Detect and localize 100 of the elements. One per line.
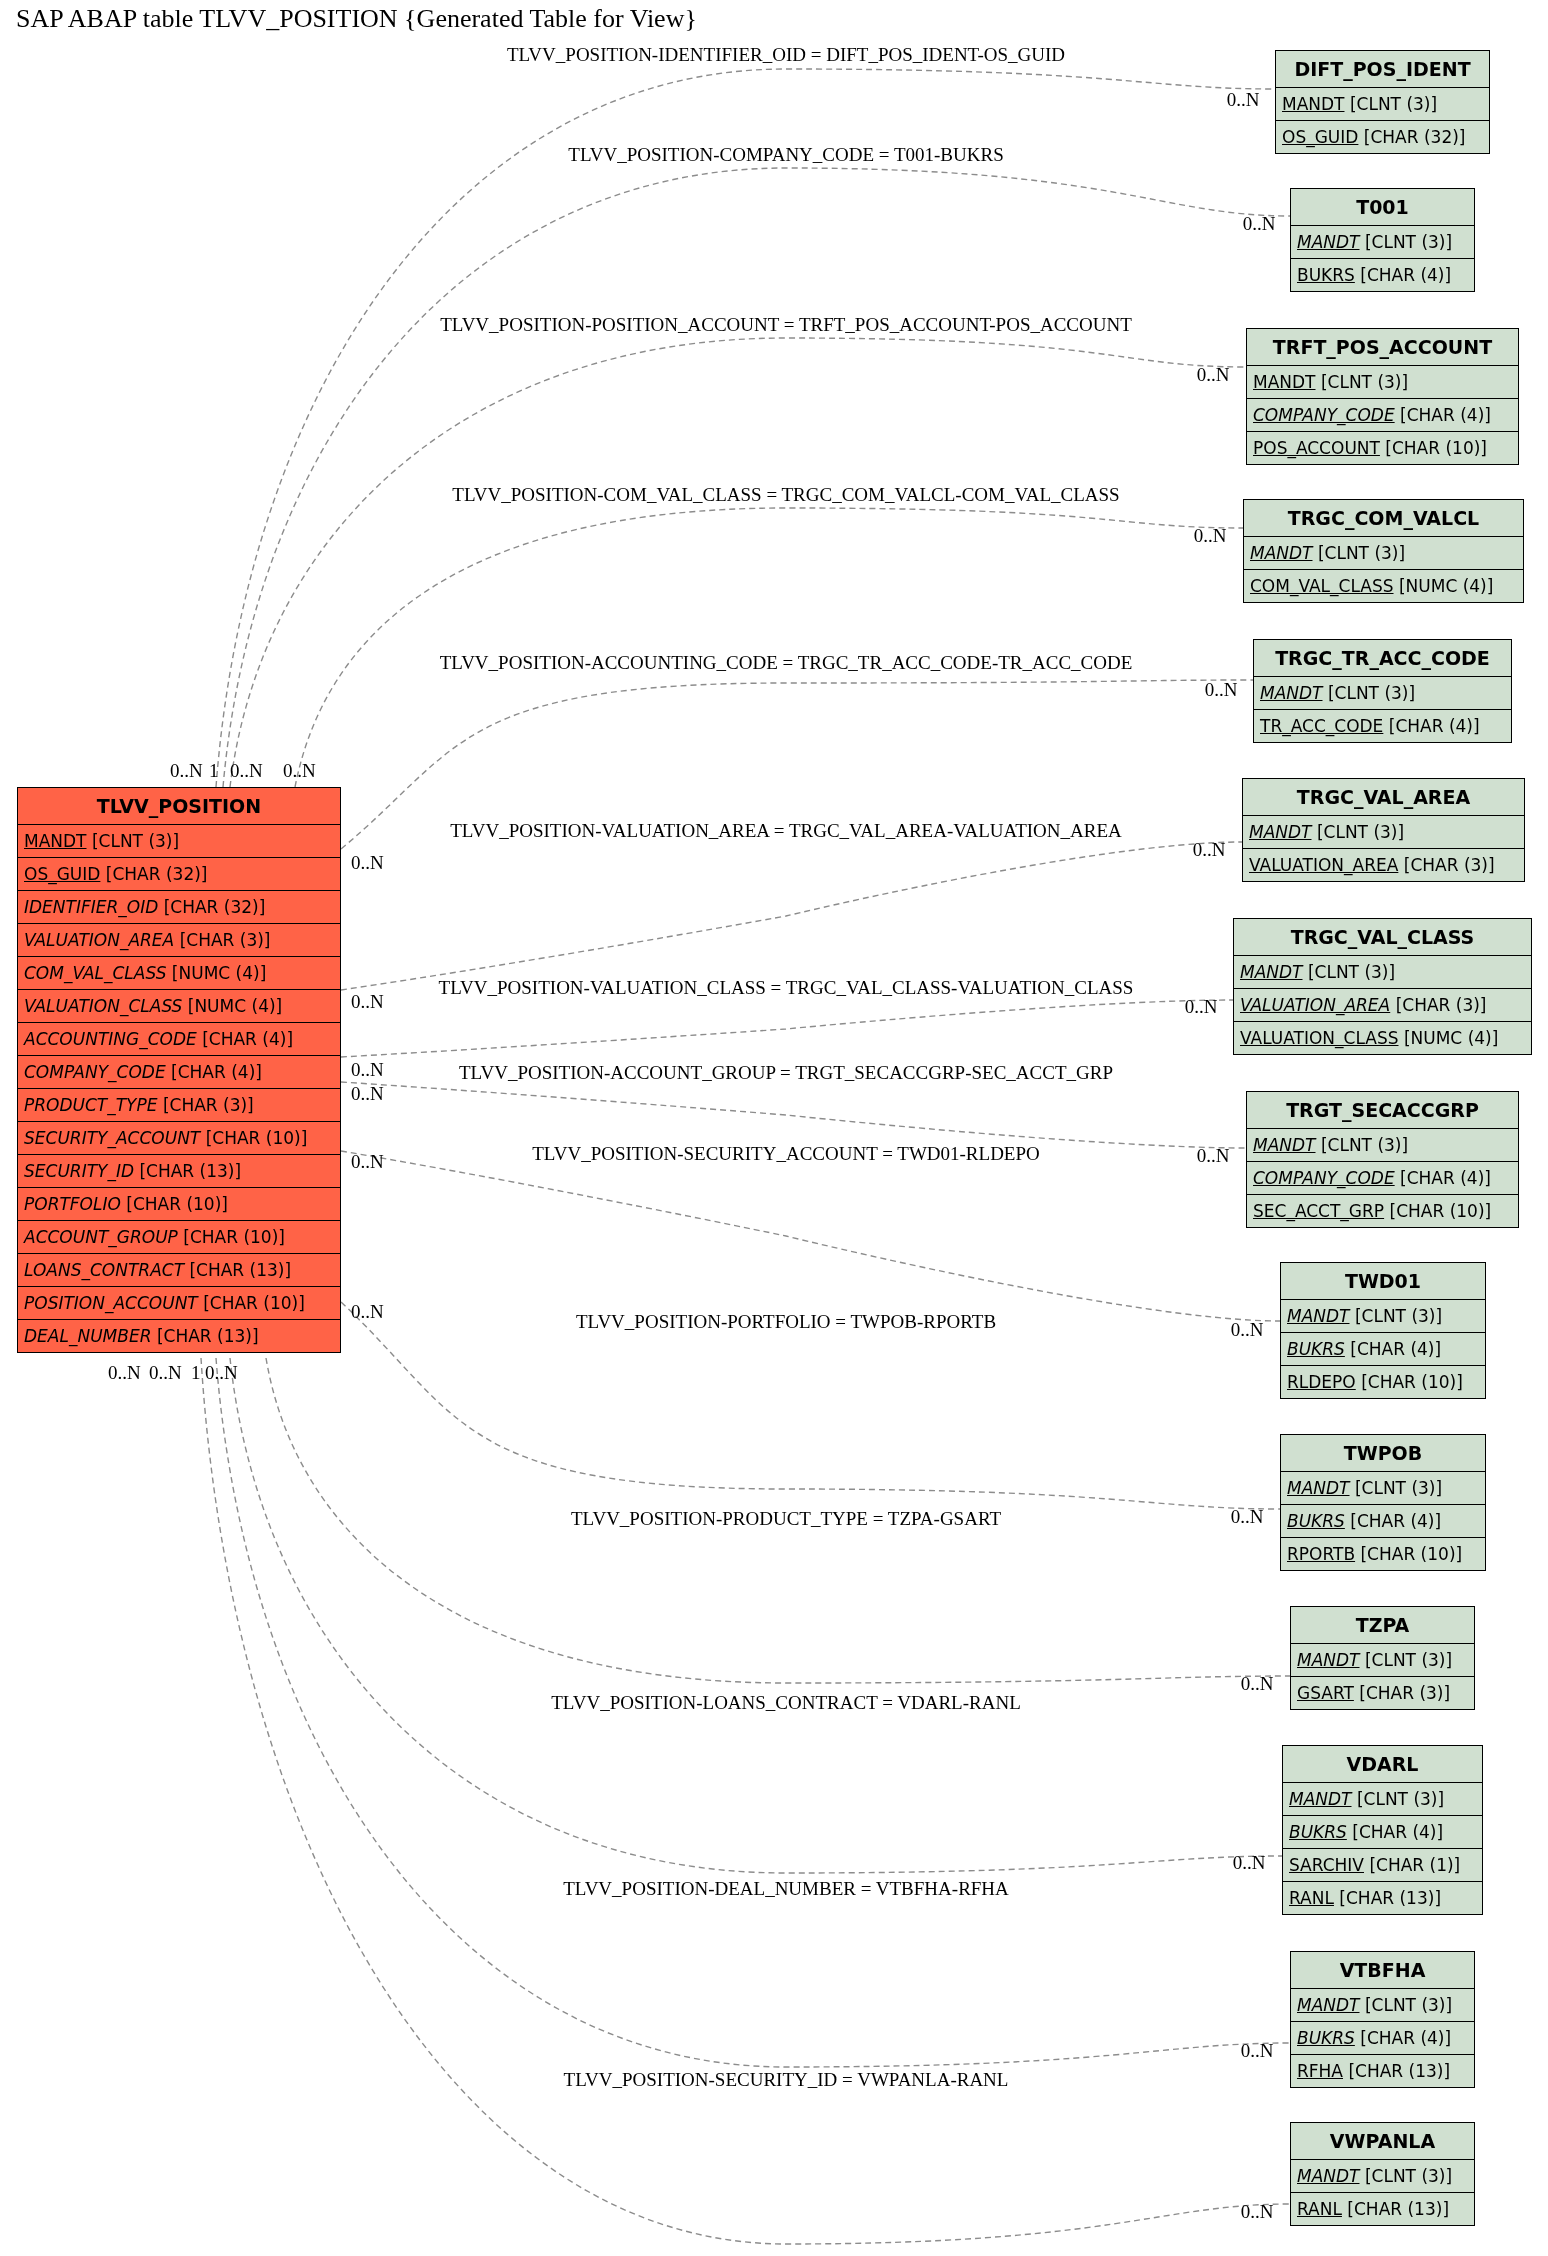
table-field: VALUATION_AREA [CHAR (3)] xyxy=(1234,988,1531,1021)
cardinality-label: 0..N xyxy=(351,1083,384,1103)
table-field: VALUATION_AREA [CHAR (3)] xyxy=(18,923,340,956)
cardinality-label: 0..N xyxy=(1232,1852,1266,1872)
cardinality-label: 0..N xyxy=(351,1059,384,1079)
table-name: VWPANLA xyxy=(1328,2129,1437,2154)
table-name: TRGC_TR_ACC_CODE xyxy=(1274,646,1491,672)
relation-label: TLVV_POSITION-COMPANY_CODE = T001-BUKRS xyxy=(568,145,1004,164)
relation-label: TLVV_POSITION-SECURITY_ID = VWPANLA-RANL xyxy=(563,2070,1009,2089)
table-field: BUKRS [CHAR (4)] xyxy=(1291,258,1474,291)
table-field: VALUATION_AREA [CHAR (3)] xyxy=(1243,848,1524,881)
table-field: VALUATION_CLASS [NUMC (4)] xyxy=(18,989,340,1022)
table-field: BUKRS [CHAR (4)] xyxy=(1291,2021,1474,2054)
table-field: MANDT [CLNT (3)] xyxy=(1291,1643,1474,1676)
cardinality-label: 0..N xyxy=(351,1151,384,1171)
relation-label: TLVV_POSITION-ACCOUNT_GROUP = TRGT_SECACCGRP-SEC_ACCT_GRP xyxy=(459,1063,1113,1082)
table-name: TLVV_POSITION xyxy=(95,794,263,820)
table-name: TZPA xyxy=(1354,1613,1411,1638)
table-field: PORTFOLIO [CHAR (10)] xyxy=(18,1187,340,1220)
cardinality-label: 0..N xyxy=(1192,839,1226,859)
relation-label: TLVV_POSITION-VALUATION_AREA = TRGC_VAL_AREA-VALUATION_AREA xyxy=(450,821,1122,840)
table-field: MANDT [CLNT (3)] xyxy=(1281,1471,1485,1504)
table-field: RPORTB [CHAR (10)] xyxy=(1281,1537,1485,1570)
cardinality-label: 1 xyxy=(209,760,219,780)
table-field: MANDT [CLNT (3)] xyxy=(1283,1782,1482,1815)
table-field: RLDEPO [CHAR (10)] xyxy=(1281,1365,1485,1398)
cardinality-label: 0..N xyxy=(1240,1673,1274,1693)
table-field: MANDT [CLNT (3)] xyxy=(1291,2159,1474,2192)
table-field: MANDT [CLNT (3)] xyxy=(1243,815,1524,848)
table-field: GSART [CHAR (3)] xyxy=(1291,1676,1474,1709)
table-field: BUKRS [CHAR (4)] xyxy=(1283,1815,1482,1848)
table-field: VALUATION_CLASS [NUMC (4)] xyxy=(1234,1021,1531,1054)
table-name: T001 xyxy=(1355,195,1410,220)
relation-label: TLVV_POSITION-SECURITY_ACCOUNT = TWD01-RLDEPO xyxy=(532,1144,1040,1163)
relation-label: TLVV_POSITION-PRODUCT_TYPE = TZPA-GSART xyxy=(570,1509,1002,1528)
table-field: COM_VAL_CLASS [NUMC (4)] xyxy=(1244,569,1523,602)
table-field: SECURITY_ACCOUNT [CHAR (10)] xyxy=(18,1121,340,1154)
cardinality-label: 0..N xyxy=(1230,1319,1264,1339)
table-name: TRGC_VAL_AREA xyxy=(1295,785,1472,811)
table-field: TR_ACC_CODE [CHAR (4)] xyxy=(1254,709,1511,742)
table-field: BUKRS [CHAR (4)] xyxy=(1281,1504,1485,1537)
cardinality-label: 0..N xyxy=(1240,2201,1274,2221)
cardinality-label: 0..N xyxy=(1226,89,1260,109)
table-name: TWD01 xyxy=(1343,1269,1423,1294)
cardinality-label: 0..N xyxy=(1242,213,1276,233)
cardinality-label: 0..N xyxy=(1193,525,1227,545)
relation-label: TLVV_POSITION-ACCOUNTING_CODE = TRGC_TR_ACC_CODE-TR_ACC_CODE xyxy=(439,653,1133,672)
cardinality-label: 0..N xyxy=(351,991,384,1011)
table-field: POS_ACCOUNT [CHAR (10)] xyxy=(1247,431,1518,464)
relation-label: TLVV_POSITION-IDENTIFIER_OID = DIFT_POS_IDENT-OS_GUID xyxy=(506,45,1066,64)
table-field: DEAL_NUMBER [CHAR (13)] xyxy=(18,1319,340,1352)
cardinality-label: 0..N xyxy=(1240,2040,1274,2060)
cardinality-label: 0..N xyxy=(230,760,263,780)
table-name: VTBFHA xyxy=(1338,1958,1427,1983)
diagram-title: SAP ABAP table TLVV_POSITION {Generated Table for View} xyxy=(16,4,697,34)
cardinality-label: 0..N xyxy=(1196,1145,1230,1165)
relation-label: TLVV_POSITION-PORTFOLIO = TWPOB-RPORTB xyxy=(575,1312,997,1331)
table-field: ACCOUNTING_CODE [CHAR (4)] xyxy=(18,1022,340,1055)
table-field: COMPANY_CODE [CHAR (4)] xyxy=(1247,1161,1518,1194)
table-field: COM_VAL_CLASS [NUMC (4)] xyxy=(18,956,340,989)
table-field: POSITION_ACCOUNT [CHAR (10)] xyxy=(18,1286,340,1319)
table-field: MANDT [CLNT (3)] xyxy=(1291,1988,1474,2021)
table-name: TRFT_POS_ACCOUNT xyxy=(1271,335,1494,361)
relation-label: TLVV_POSITION-POSITION_ACCOUNT = TRFT_POS_ACCOUNT-POS_ACCOUNT xyxy=(440,315,1132,334)
cardinality-label: 0..N xyxy=(1204,679,1238,699)
table-field: MANDT [CLNT (3)] xyxy=(1234,955,1531,988)
table-field: MANDT [CLNT (3)] xyxy=(1276,87,1489,120)
table-field: BUKRS [CHAR (4)] xyxy=(1281,1332,1485,1365)
table-field: MANDT [CLNT (3)] xyxy=(1244,536,1523,569)
table-field: RANL [CHAR (13)] xyxy=(1283,1881,1482,1914)
table-field: MANDT [CLNT (3)] xyxy=(1281,1299,1485,1332)
table-field: LOANS_CONTRACT [CHAR (13)] xyxy=(18,1253,340,1286)
relation-label: TLVV_POSITION-DEAL_NUMBER = VTBFHA-RFHA xyxy=(563,1879,1009,1898)
table-field: RFHA [CHAR (13)] xyxy=(1291,2054,1474,2087)
cardinality-label: 0..N xyxy=(205,1362,238,1382)
table-name: DIFT_POS_IDENT xyxy=(1293,57,1472,83)
table-name: TRGT_SECACCGRP xyxy=(1285,1098,1480,1124)
relation-label: TLVV_POSITION-LOANS_CONTRACT = VDARL-RANL xyxy=(551,1693,1021,1712)
table-field: SARCHIV [CHAR (1)] xyxy=(1283,1848,1482,1881)
table-field: MANDT [CLNT (3)] xyxy=(1254,676,1511,709)
table-name: VDARL xyxy=(1345,1752,1420,1777)
cardinality-label: 0..N xyxy=(170,760,203,780)
table-field: MANDT [CLNT (3)] xyxy=(1247,1128,1518,1161)
table-field: MANDT [CLNT (3)] xyxy=(18,824,340,857)
table-field: SEC_ACCT_GRP [CHAR (10)] xyxy=(1247,1194,1518,1227)
table-field: OS_GUID [CHAR (32)] xyxy=(1276,120,1489,153)
cardinality-label: 0..N xyxy=(283,760,316,780)
cardinality-label: 0..N xyxy=(351,852,384,872)
table-field: COMPANY_CODE [CHAR (4)] xyxy=(1247,398,1518,431)
relation-label: TLVV_POSITION-COM_VAL_CLASS = TRGC_COM_VALCL-COM_VAL_CLASS xyxy=(452,485,1120,504)
table-field: RANL [CHAR (13)] xyxy=(1291,2192,1474,2225)
table-field: SECURITY_ID [CHAR (13)] xyxy=(18,1154,340,1187)
relation-label: TLVV_POSITION-VALUATION_CLASS = TRGC_VAL_CLASS-VALUATION_CLASS xyxy=(438,978,1134,997)
table-name: TWPOB xyxy=(1342,1441,1424,1466)
table-name: TRGC_COM_VALCL xyxy=(1286,506,1481,532)
table-field: OS_GUID [CHAR (32)] xyxy=(18,857,340,890)
cardinality-label: 0..N xyxy=(149,1362,182,1382)
cardinality-label: 0..N xyxy=(1196,364,1230,384)
table-field: PRODUCT_TYPE [CHAR (3)] xyxy=(18,1088,340,1121)
cardinality-label: 0..N xyxy=(351,1301,384,1321)
